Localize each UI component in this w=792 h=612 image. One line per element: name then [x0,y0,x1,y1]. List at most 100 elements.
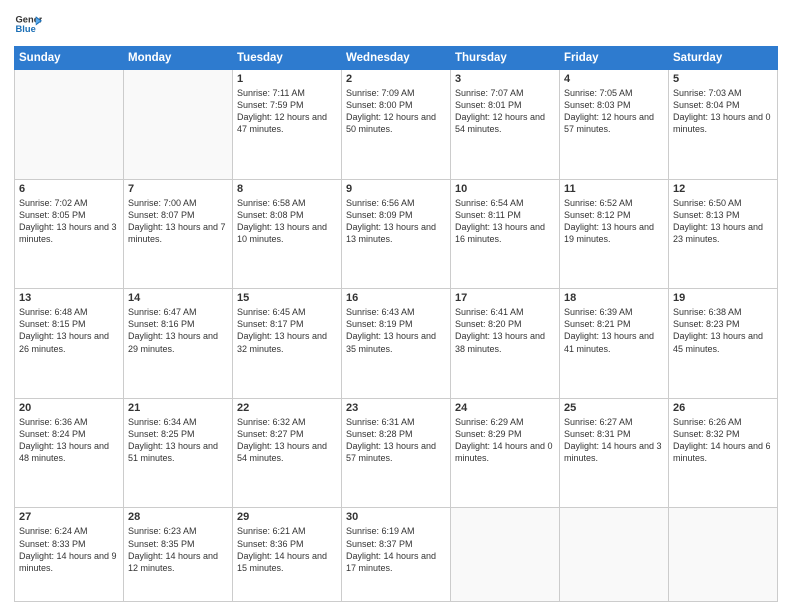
calendar-cell: 9Sunrise: 6:56 AM Sunset: 8:09 PM Daylig… [342,179,451,289]
calendar-cell: 28 Sunrise: 6:23 AM Sunset: 8:35 PM Dayli… [124,508,233,602]
day-info: Sunrise: 6:36 AM Sunset: 8:24 PM Dayligh… [19,416,119,465]
day-info: Sunrise: 6:41 AM Sunset: 8:20 PM Dayligh… [455,306,555,355]
day-number: 27 [19,511,119,523]
calendar-cell: 26 Sunrise: 6:26 AM Sunset: 8:32 PM Dayli… [669,398,778,508]
weekday-header-monday: Monday [124,47,233,70]
calendar-cell: 10 Sunrise: 6:54 AM Sunset: 8:11 PM Dayli… [451,179,560,289]
day-number: 12 [673,183,773,195]
weekday-header-tuesday: Tuesday [233,47,342,70]
generalblue-logo-icon: General Blue [14,10,42,38]
day-number: 15 [237,292,337,304]
day-number: 10 [455,183,555,195]
calendar-cell: 8Sunrise: 6:58 AM Sunset: 8:08 PM Daylig… [233,179,342,289]
day-info: Sunrise: 6:39 AM Sunset: 8:21 PM Dayligh… [564,306,664,355]
calendar-week-3: 13 Sunrise: 6:48 AM Sunset: 8:15 PM Dayli… [15,289,778,399]
calendar-cell: 25 Sunrise: 6:27 AM Sunset: 8:31 PM Dayli… [560,398,669,508]
page: General Blue SundayMondayTuesdayWednesda… [0,0,792,612]
calendar-week-1: 1 Sunrise: 7:11 AM Sunset: 7:59 PM Daylig… [15,70,778,180]
day-number: 25 [564,402,664,414]
calendar-cell: 14Sunrise: 6:47 AM Sunset: 8:16 PM Dayli… [124,289,233,399]
calendar-cell: 3 Sunrise: 7:07 AM Sunset: 8:01 PM Daylig… [451,70,560,180]
day-number: 22 [237,402,337,414]
calendar-cell [560,508,669,602]
weekday-header-friday: Friday [560,47,669,70]
day-info: Sunrise: 7:11 AM Sunset: 7:59 PM Dayligh… [237,87,337,136]
day-number: 17 [455,292,555,304]
calendar-cell [451,508,560,602]
calendar-cell: 2Sunrise: 7:09 AM Sunset: 8:00 PM Daylig… [342,70,451,180]
day-info: Sunrise: 6:32 AM Sunset: 8:27 PM Dayligh… [237,416,337,465]
day-number: 14 [128,292,228,304]
day-number: 26 [673,402,773,414]
day-info: Sunrise: 6:29 AM Sunset: 8:29 PM Dayligh… [455,416,555,465]
calendar-cell: 27 Sunrise: 6:24 AM Sunset: 8:33 PM Dayli… [15,508,124,602]
day-info: Sunrise: 6:48 AM Sunset: 8:15 PM Dayligh… [19,306,119,355]
day-number: 21 [128,402,228,414]
day-number: 3 [455,73,555,85]
logo: General Blue [14,10,42,38]
calendar-cell: 16 Sunrise: 6:43 AM Sunset: 8:19 PM Dayli… [342,289,451,399]
day-number: 18 [564,292,664,304]
day-info: Sunrise: 6:21 AM Sunset: 8:36 PM Dayligh… [237,525,337,574]
calendar-cell: 24 Sunrise: 6:29 AM Sunset: 8:29 PM Dayli… [451,398,560,508]
calendar-cell: 30Sunrise: 6:19 AM Sunset: 8:37 PM Dayli… [342,508,451,602]
day-number: 4 [564,73,664,85]
day-number: 24 [455,402,555,414]
day-info: Sunrise: 7:07 AM Sunset: 8:01 PM Dayligh… [455,87,555,136]
calendar-cell: 18 Sunrise: 6:39 AM Sunset: 8:21 PM Dayli… [560,289,669,399]
day-number: 28 [128,511,228,523]
weekday-header-row: SundayMondayTuesdayWednesdayThursdayFrid… [15,47,778,70]
day-number: 16 [346,292,446,304]
day-info: Sunrise: 6:23 AM Sunset: 8:35 PM Dayligh… [128,525,228,574]
day-number: 6 [19,183,119,195]
calendar-cell: 19Sunrise: 6:38 AM Sunset: 8:23 PM Dayli… [669,289,778,399]
calendar-cell [124,70,233,180]
day-number: 23 [346,402,446,414]
calendar-cell: 5 Sunrise: 7:03 AM Sunset: 8:04 PM Daylig… [669,70,778,180]
calendar-cell: 12 Sunrise: 6:50 AM Sunset: 8:13 PM Dayli… [669,179,778,289]
calendar-cell: 29 Sunrise: 6:21 AM Sunset: 8:36 PM Dayli… [233,508,342,602]
calendar-cell: 23 Sunrise: 6:31 AM Sunset: 8:28 PM Dayli… [342,398,451,508]
calendar-cell: 21 Sunrise: 6:34 AM Sunset: 8:25 PM Dayli… [124,398,233,508]
calendar-cell: 22 Sunrise: 6:32 AM Sunset: 8:27 PM Dayli… [233,398,342,508]
svg-text:Blue: Blue [16,24,36,34]
day-info: Sunrise: 7:05 AM Sunset: 8:03 PM Dayligh… [564,87,664,136]
day-number: 13 [19,292,119,304]
day-number: 11 [564,183,664,195]
calendar-cell [669,508,778,602]
day-number: 1 [237,73,337,85]
day-info: Sunrise: 6:27 AM Sunset: 8:31 PM Dayligh… [564,416,664,465]
day-info: Sunrise: 6:58 AM Sunset: 8:08 PM Dayligh… [237,197,337,246]
day-info: Sunrise: 6:38 AM Sunset: 8:23 PM Dayligh… [673,306,773,355]
day-info: Sunrise: 7:02 AM Sunset: 8:05 PM Dayligh… [19,197,119,246]
calendar-cell: 7Sunrise: 7:00 AM Sunset: 8:07 PM Daylig… [124,179,233,289]
calendar-week-5: 27 Sunrise: 6:24 AM Sunset: 8:33 PM Dayli… [15,508,778,602]
day-info: Sunrise: 6:56 AM Sunset: 8:09 PM Dayligh… [346,197,446,246]
day-info: Sunrise: 7:03 AM Sunset: 8:04 PM Dayligh… [673,87,773,136]
day-info: Sunrise: 6:43 AM Sunset: 8:19 PM Dayligh… [346,306,446,355]
weekday-header-thursday: Thursday [451,47,560,70]
calendar-cell: 15 Sunrise: 6:45 AM Sunset: 8:17 PM Dayli… [233,289,342,399]
day-info: Sunrise: 6:31 AM Sunset: 8:28 PM Dayligh… [346,416,446,465]
header: General Blue [14,10,778,38]
calendar-cell: 1 Sunrise: 7:11 AM Sunset: 7:59 PM Daylig… [233,70,342,180]
day-info: Sunrise: 6:54 AM Sunset: 8:11 PM Dayligh… [455,197,555,246]
day-info: Sunrise: 6:50 AM Sunset: 8:13 PM Dayligh… [673,197,773,246]
calendar-cell [15,70,124,180]
calendar-cell: 6 Sunrise: 7:02 AM Sunset: 8:05 PM Daylig… [15,179,124,289]
calendar-cell: 13 Sunrise: 6:48 AM Sunset: 8:15 PM Dayli… [15,289,124,399]
day-info: Sunrise: 7:00 AM Sunset: 8:07 PM Dayligh… [128,197,228,246]
day-info: Sunrise: 6:45 AM Sunset: 8:17 PM Dayligh… [237,306,337,355]
calendar-cell: 4 Sunrise: 7:05 AM Sunset: 8:03 PM Daylig… [560,70,669,180]
day-number: 5 [673,73,773,85]
day-info: Sunrise: 6:24 AM Sunset: 8:33 PM Dayligh… [19,525,119,574]
day-info: Sunrise: 6:34 AM Sunset: 8:25 PM Dayligh… [128,416,228,465]
weekday-header-saturday: Saturday [669,47,778,70]
weekday-header-sunday: Sunday [15,47,124,70]
day-number: 29 [237,511,337,523]
day-info: Sunrise: 6:52 AM Sunset: 8:12 PM Dayligh… [564,197,664,246]
calendar-cell: 11 Sunrise: 6:52 AM Sunset: 8:12 PM Dayli… [560,179,669,289]
day-info: Sunrise: 6:26 AM Sunset: 8:32 PM Dayligh… [673,416,773,465]
day-number: 20 [19,402,119,414]
day-number: 30 [346,511,446,523]
